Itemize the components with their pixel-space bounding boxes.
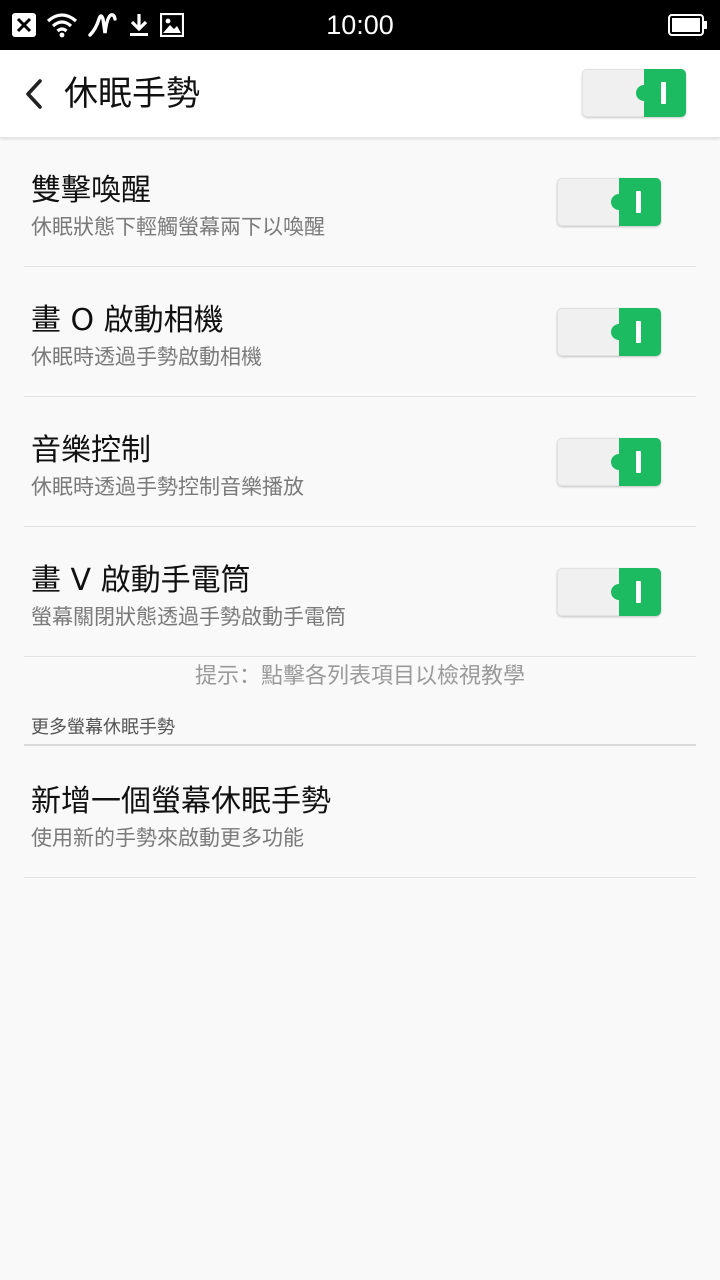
item-subtitle: 使用新的手勢來啟動更多功能 <box>31 826 304 850</box>
chevron-left-icon <box>26 79 42 109</box>
item-title: 雙擊喚醒 <box>31 173 151 208</box>
battery-icon <box>668 14 707 36</box>
toggle-thumb <box>611 568 661 616</box>
list-item-draw-v-flashlight[interactable]: 畫 V 啟動手電筒 螢幕關閉狀態透過手勢啟動手電筒 <box>24 527 696 657</box>
list-item-draw-o-camera[interactable]: 畫 O 啟動相機 休眠時透過手勢啟動相機 <box>24 267 696 397</box>
page-title: 休眠手勢 <box>64 74 200 114</box>
toggle-thumb <box>636 69 686 117</box>
toggle-double-tap-wake[interactable] <box>557 178 661 226</box>
item-title: 畫 V 啟動手電筒 <box>31 563 251 598</box>
toggle-music-control[interactable] <box>557 438 661 486</box>
toggle-thumb <box>611 178 661 226</box>
section-header-label: 更多螢幕休眠手勢 <box>31 717 175 738</box>
clock: 10:00 <box>326 10 394 40</box>
toggle-draw-v-flashlight[interactable] <box>557 568 661 616</box>
toggle-thumb <box>611 308 661 356</box>
title-bar: 休眠手勢 <box>0 50 720 138</box>
hint-text: 提示：點擊各列表項目以檢視教學 <box>194 664 525 689</box>
item-title: 新增一個螢幕休眠手勢 <box>31 784 331 819</box>
item-title: 音樂控制 <box>31 433 151 468</box>
item-subtitle: 休眠時透過手勢啟動相機 <box>31 345 262 369</box>
item-subtitle: 休眠狀態下輕觸螢幕兩下以喚醒 <box>31 215 325 239</box>
list-item-double-tap-wake[interactable]: 雙擊喚醒 休眠狀態下輕觸螢幕兩下以喚醒 <box>24 137 696 267</box>
list-item-add-gesture[interactable]: 新增一個螢幕休眠手勢 使用新的手勢來啟動更多功能 <box>24 748 696 878</box>
status-bar: 10:00 <box>0 0 720 50</box>
list-item-music-control[interactable]: 音樂控制 休眠時透過手勢控制音樂播放 <box>24 397 696 527</box>
back-button[interactable] <box>14 72 54 116</box>
toggle-draw-o-camera[interactable] <box>557 308 661 356</box>
item-subtitle: 休眠時透過手勢控制音樂播放 <box>31 475 304 499</box>
toggle-thumb <box>611 438 661 486</box>
section-header-more-gestures: 更多螢幕休眠手勢 <box>24 705 696 746</box>
master-toggle[interactable] <box>582 69 686 117</box>
item-subtitle: 螢幕關閉狀態透過手勢啟動手電筒 <box>31 605 346 629</box>
item-title: 畫 O 啟動相機 <box>31 303 224 338</box>
